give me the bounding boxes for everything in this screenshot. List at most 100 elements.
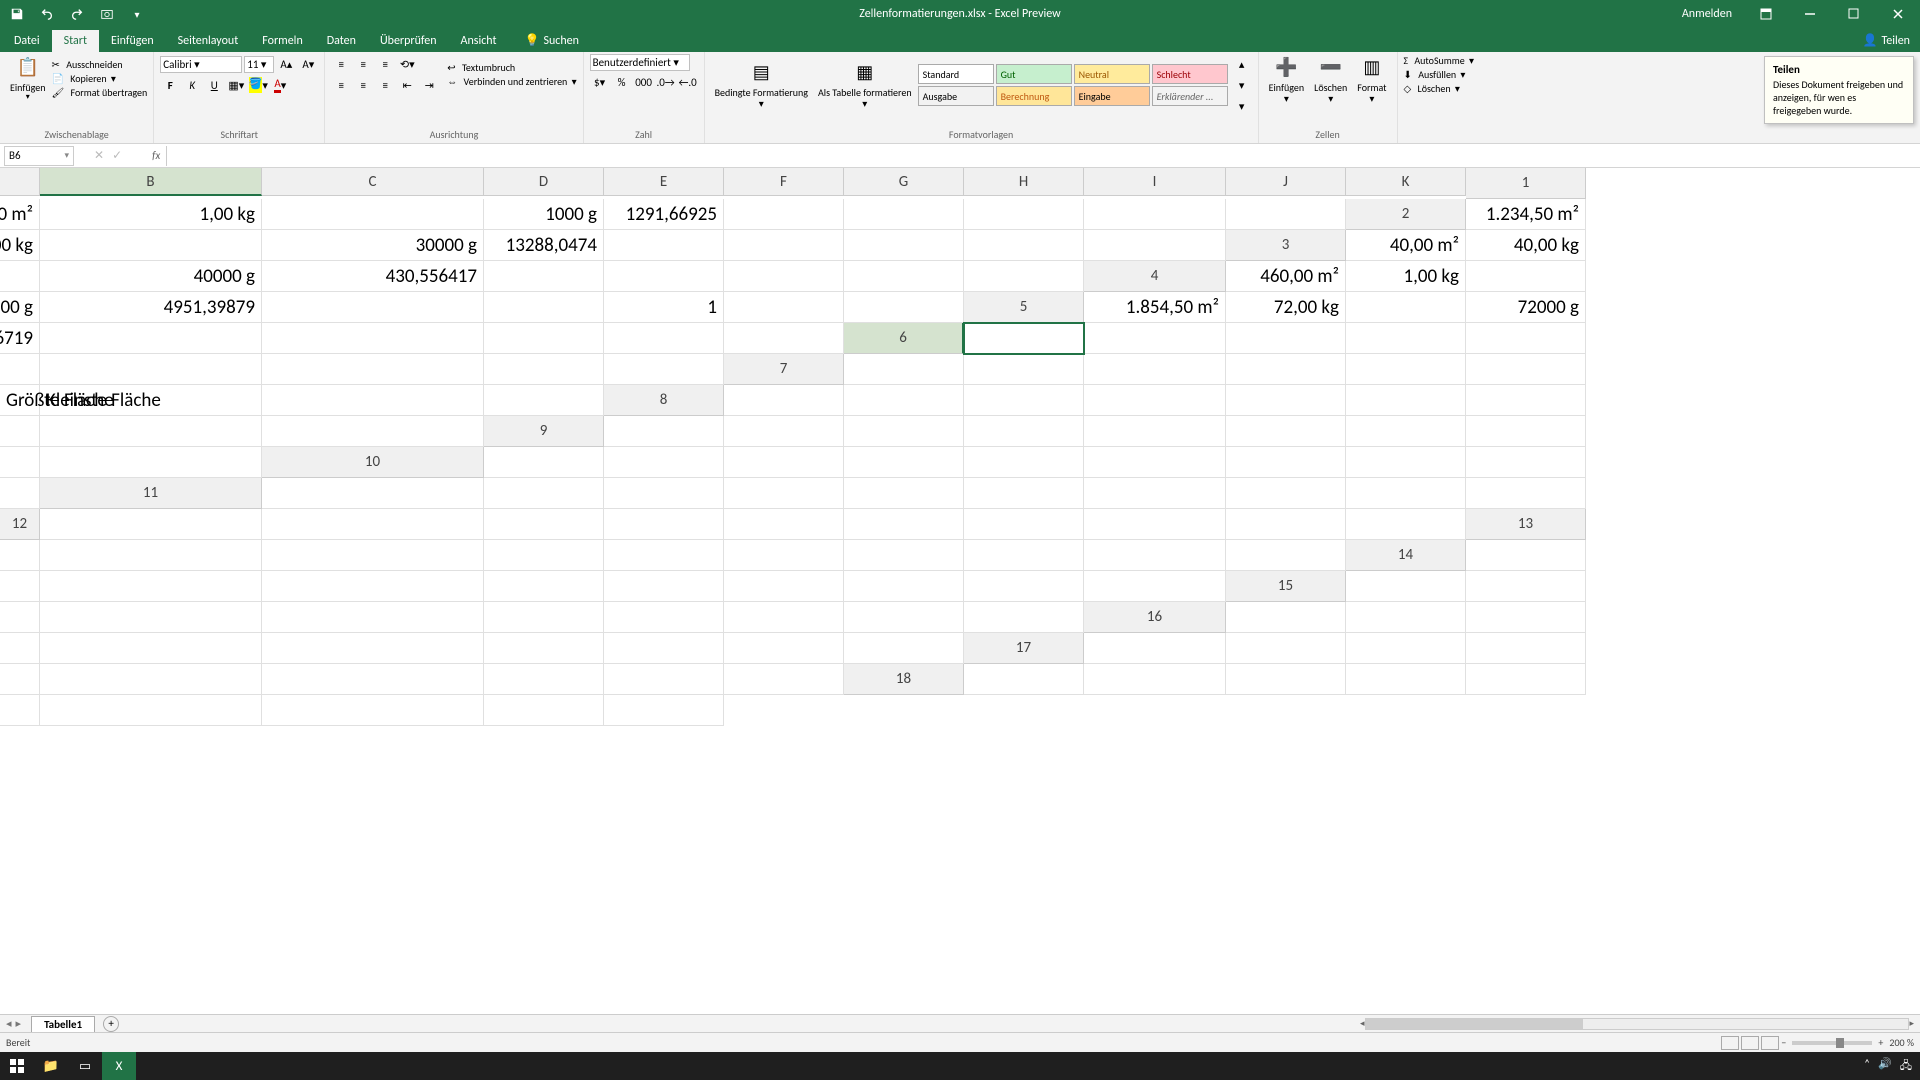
style-erklaerender[interactable]: Erklärender ...	[1152, 86, 1228, 106]
underline-icon[interactable]: U	[204, 75, 224, 95]
tab-start[interactable]: Start	[52, 30, 99, 52]
horizontal-scrollbar[interactable]	[1365, 1018, 1910, 1030]
camera-icon[interactable]	[96, 3, 118, 25]
tray-up-icon[interactable]: ˄	[1864, 1057, 1870, 1076]
cell-C16[interactable]	[1346, 602, 1466, 633]
cell-C1[interactable]: 1,00 kg	[40, 199, 262, 230]
cell-I18[interactable]	[262, 695, 484, 726]
zoom-in-icon[interactable]: +	[1878, 1036, 1883, 1049]
row-header-5[interactable]: 5	[964, 292, 1084, 323]
cell-K6[interactable]	[604, 354, 724, 385]
font-color-icon[interactable]: A▾	[270, 75, 290, 95]
col-header-G[interactable]: G	[844, 168, 964, 196]
cell-E5[interactable]: 72000 g	[1466, 292, 1586, 323]
cell-C3[interactable]: 40,00 kg	[1466, 230, 1586, 261]
cell-B4[interactable]: 460,00 m²	[1226, 261, 1346, 292]
cell-C14[interactable]	[0, 571, 40, 602]
row-header-3[interactable]: 3	[1226, 230, 1346, 261]
cell-E2[interactable]: 30000 g	[262, 230, 484, 261]
orientation-icon[interactable]: ⟲▾	[397, 54, 417, 74]
cell-D18[interactable]	[1226, 664, 1346, 695]
cell-F16[interactable]	[40, 633, 262, 664]
cell-B10[interactable]	[484, 447, 604, 478]
cell-C2[interactable]: 30,00 kg	[0, 230, 40, 261]
cell-K7[interactable]	[484, 385, 604, 416]
cell-B12[interactable]	[40, 509, 262, 540]
style-ausgabe[interactable]: Ausgabe	[918, 86, 994, 106]
cell-F18[interactable]	[1466, 664, 1586, 695]
cell-F4[interactable]: 4951,39879	[40, 292, 262, 323]
cell-D14[interactable]	[40, 571, 262, 602]
cell-J18[interactable]	[484, 695, 604, 726]
cell-H1[interactable]	[844, 199, 964, 230]
cell-F5[interactable]: 19961,6719	[0, 323, 40, 354]
cell-G2[interactable]	[604, 230, 724, 261]
cell-B7[interactable]	[844, 354, 964, 385]
cell-C6[interactable]	[1084, 323, 1226, 354]
cell-D17[interactable]	[1346, 633, 1466, 664]
cell-J3[interactable]	[844, 261, 964, 292]
cell-F8[interactable]	[1226, 385, 1346, 416]
cell-J5[interactable]	[604, 323, 724, 354]
cell-B14[interactable]	[1466, 540, 1586, 571]
cell-I6[interactable]	[262, 354, 484, 385]
cell-G10[interactable]	[1084, 447, 1226, 478]
cell-H15[interactable]	[604, 602, 724, 633]
style-neutral[interactable]: Neutral	[1074, 64, 1150, 84]
cell-I2[interactable]	[844, 230, 964, 261]
fx-icon[interactable]: fx	[152, 149, 160, 162]
fill-button[interactable]: ⬇ Ausfüllen ▾	[1404, 68, 1475, 81]
cell-D3[interactable]	[0, 261, 40, 292]
row-header-18[interactable]: 18	[844, 664, 964, 695]
file-explorer-icon[interactable]: 📁	[34, 1052, 68, 1080]
style-berechnung[interactable]: Berechnung	[996, 86, 1072, 106]
row-header-15[interactable]: 15	[1226, 571, 1346, 602]
cell-B2[interactable]: 1.234,50 m²	[1466, 199, 1586, 230]
wrap-text-button[interactable]: ↩ Textumbruch	[447, 61, 576, 74]
increase-indent-icon[interactable]: ⇥	[419, 75, 439, 95]
align-center-icon[interactable]: ≡	[353, 75, 373, 95]
cell-F7[interactable]	[1346, 354, 1466, 385]
maximize-icon[interactable]	[1832, 0, 1876, 28]
cell-D16[interactable]	[1466, 602, 1586, 633]
cell-D13[interactable]	[262, 540, 484, 571]
cell-J17[interactable]	[604, 664, 724, 695]
cell-G8[interactable]	[1346, 385, 1466, 416]
font-name-select[interactable]: Calibri ▾	[160, 56, 242, 73]
cell-D8[interactable]	[964, 385, 1084, 416]
cell-D2[interactable]	[40, 230, 262, 261]
cell-H14[interactable]	[724, 571, 844, 602]
task-view-icon[interactable]: ▭	[68, 1052, 102, 1080]
cell-H13[interactable]	[844, 540, 964, 571]
zoom-slider[interactable]	[1792, 1041, 1872, 1045]
signin-link[interactable]: Anmelden	[1670, 0, 1744, 28]
cell-I1[interactable]	[964, 199, 1084, 230]
cell-I3[interactable]	[724, 261, 844, 292]
tab-suchen[interactable]: 💡 Suchen	[513, 29, 591, 52]
style-schlecht[interactable]: Schlecht	[1152, 64, 1228, 84]
hscroll-right-icon[interactable]: ▸	[1909, 1018, 1914, 1029]
cell-J8[interactable]	[40, 416, 262, 447]
cell-F3[interactable]: 430,556417	[262, 261, 484, 292]
page-layout-view-button[interactable]	[1741, 1036, 1759, 1050]
cell-D15[interactable]	[0, 602, 40, 633]
cell-E4[interactable]: 1000 g	[0, 292, 40, 323]
cell-E15[interactable]	[40, 602, 262, 633]
hscroll-thumb[interactable]	[1366, 1019, 1583, 1029]
col-header-C[interactable]: C	[262, 168, 484, 196]
cell-G9[interactable]	[1226, 416, 1346, 447]
align-top-icon[interactable]: ≡	[331, 54, 351, 74]
cell-J7[interactable]	[262, 385, 484, 416]
cell-I4[interactable]: 1	[604, 292, 724, 323]
format-cells-button[interactable]: ▥Format▾	[1353, 54, 1390, 106]
cell-B15[interactable]	[1346, 571, 1466, 602]
cell-C7[interactable]	[964, 354, 1084, 385]
cell-E1[interactable]: 1000 g	[484, 199, 604, 230]
format-as-table-button[interactable]: ▦Als Tabelle formatieren▾	[814, 59, 916, 111]
cell-I15[interactable]	[724, 602, 844, 633]
style-gut[interactable]: Gut	[996, 64, 1072, 84]
col-header-D[interactable]: D	[484, 168, 604, 196]
cell-K5[interactable]	[724, 323, 844, 354]
cell-I5[interactable]	[484, 323, 604, 354]
cell-E9[interactable]	[964, 416, 1084, 447]
